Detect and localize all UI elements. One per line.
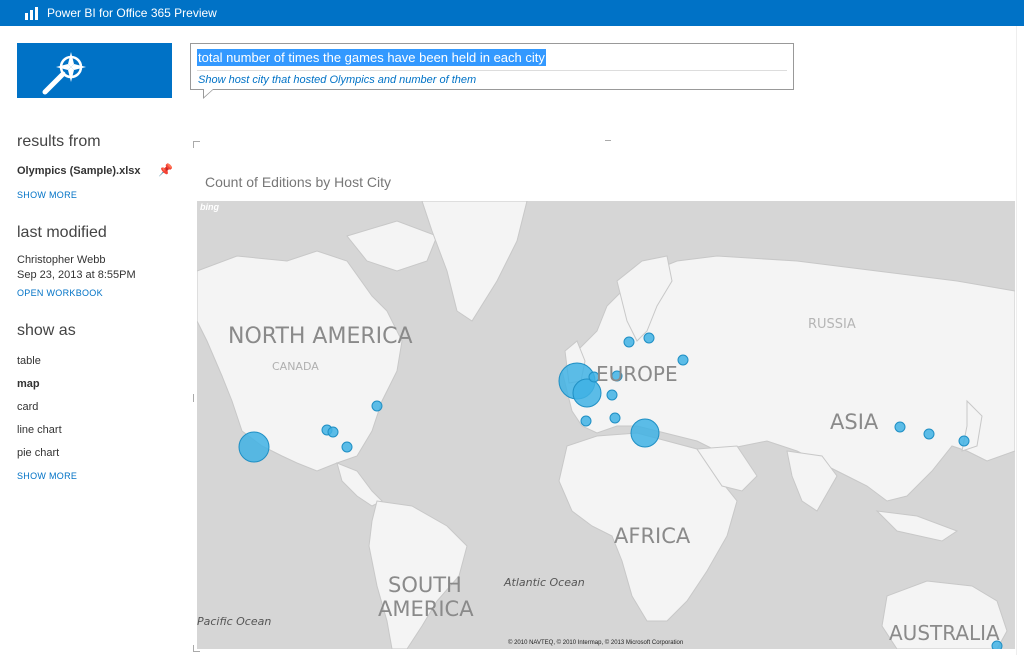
bubble-stockholm[interactable] <box>623 336 635 348</box>
modified-date: Sep 23, 2013 at 8:55PM <box>17 269 136 281</box>
app-title: Power BI for Office 365 Preview <box>47 6 217 20</box>
bubble-munich[interactable] <box>606 389 618 401</box>
power-bi-logo-icon <box>25 6 39 20</box>
label-south: SOUTH <box>388 573 462 597</box>
landmasses <box>197 201 1015 649</box>
show-as-table[interactable]: table <box>17 355 41 367</box>
frame-handle-top <box>605 140 611 147</box>
show-as-heading: show as <box>17 322 76 339</box>
open-workbook-link[interactable]: OPEN WORKBOOK <box>17 288 103 298</box>
show-as-line-chart[interactable]: line chart <box>17 424 62 436</box>
restatement-suggestion[interactable]: Show host city that hosted Olympics and … <box>198 74 476 86</box>
app-header: Power BI for Office 365 Preview <box>0 0 1024 26</box>
bubble-barcelona[interactable] <box>580 415 592 427</box>
label-pacific-ocean: Pacific Ocean <box>197 615 272 628</box>
map-credit: © 2010 NAVTEQ, © 2010 Intermap, © 2013 M… <box>508 640 684 646</box>
qna-tile[interactable] <box>17 43 172 98</box>
results-from-heading: results from <box>17 133 101 150</box>
show-as-map[interactable]: map <box>17 378 40 390</box>
pin-icon[interactable]: 📌 <box>158 163 173 177</box>
visual-title: Count of Editions by Host City <box>205 174 391 190</box>
bubble-atlanta[interactable] <box>341 441 353 453</box>
show-as-card[interactable]: card <box>17 401 38 413</box>
bubble-montreal[interactable] <box>371 400 383 412</box>
show-more-visuals-link[interactable]: SHOW MORE <box>17 471 77 481</box>
compass-wand-icon <box>42 52 86 95</box>
question-divider <box>197 70 787 71</box>
show-as-pie-chart[interactable]: pie chart <box>17 447 59 459</box>
bubble-rome[interactable] <box>609 412 621 424</box>
source-file-name: Olympics (Sample).xlsx <box>17 165 141 177</box>
label-canada: CANADA <box>272 360 319 373</box>
label-america: AMERICA <box>378 597 474 621</box>
bubble-moscow[interactable] <box>677 354 689 366</box>
bing-logo: bing <box>200 202 219 212</box>
label-australia: AUSTRALIA <box>889 621 1000 645</box>
question-box[interactable]: total number of times the games have bee… <box>190 43 794 90</box>
label-atlantic-ocean: Atlantic Ocean <box>504 576 585 589</box>
bubble-seoul[interactable] <box>923 428 935 440</box>
label-russia: RUSSIA <box>808 317 856 332</box>
frame-corner-tl <box>193 141 200 148</box>
map-canvas <box>197 201 1015 649</box>
show-more-sources-link[interactable]: SHOW MORE <box>17 190 77 200</box>
last-modified-heading: last modified <box>17 224 107 241</box>
label-africa: AFRICA <box>614 524 691 548</box>
bubble-helsinki[interactable] <box>643 332 655 344</box>
label-europe: EUROPE <box>596 362 678 386</box>
bubble-los-angeles[interactable] <box>238 431 270 463</box>
modified-by: Christopher Webb <box>17 254 106 266</box>
bubble-lake-placid[interactable] <box>327 426 339 438</box>
bubble-athens[interactable] <box>630 418 660 448</box>
question-box-tail-fill <box>204 89 213 97</box>
label-asia: ASIA <box>830 410 879 434</box>
bubble-tokyo[interactable] <box>958 435 970 447</box>
label-north-america: NORTH AMERICA <box>228 324 413 349</box>
question-input[interactable]: total number of times the games have bee… <box>197 49 546 66</box>
bubble-beijing[interactable] <box>894 421 906 433</box>
world-map[interactable] <box>197 201 1015 649</box>
right-edge <box>1016 26 1024 655</box>
